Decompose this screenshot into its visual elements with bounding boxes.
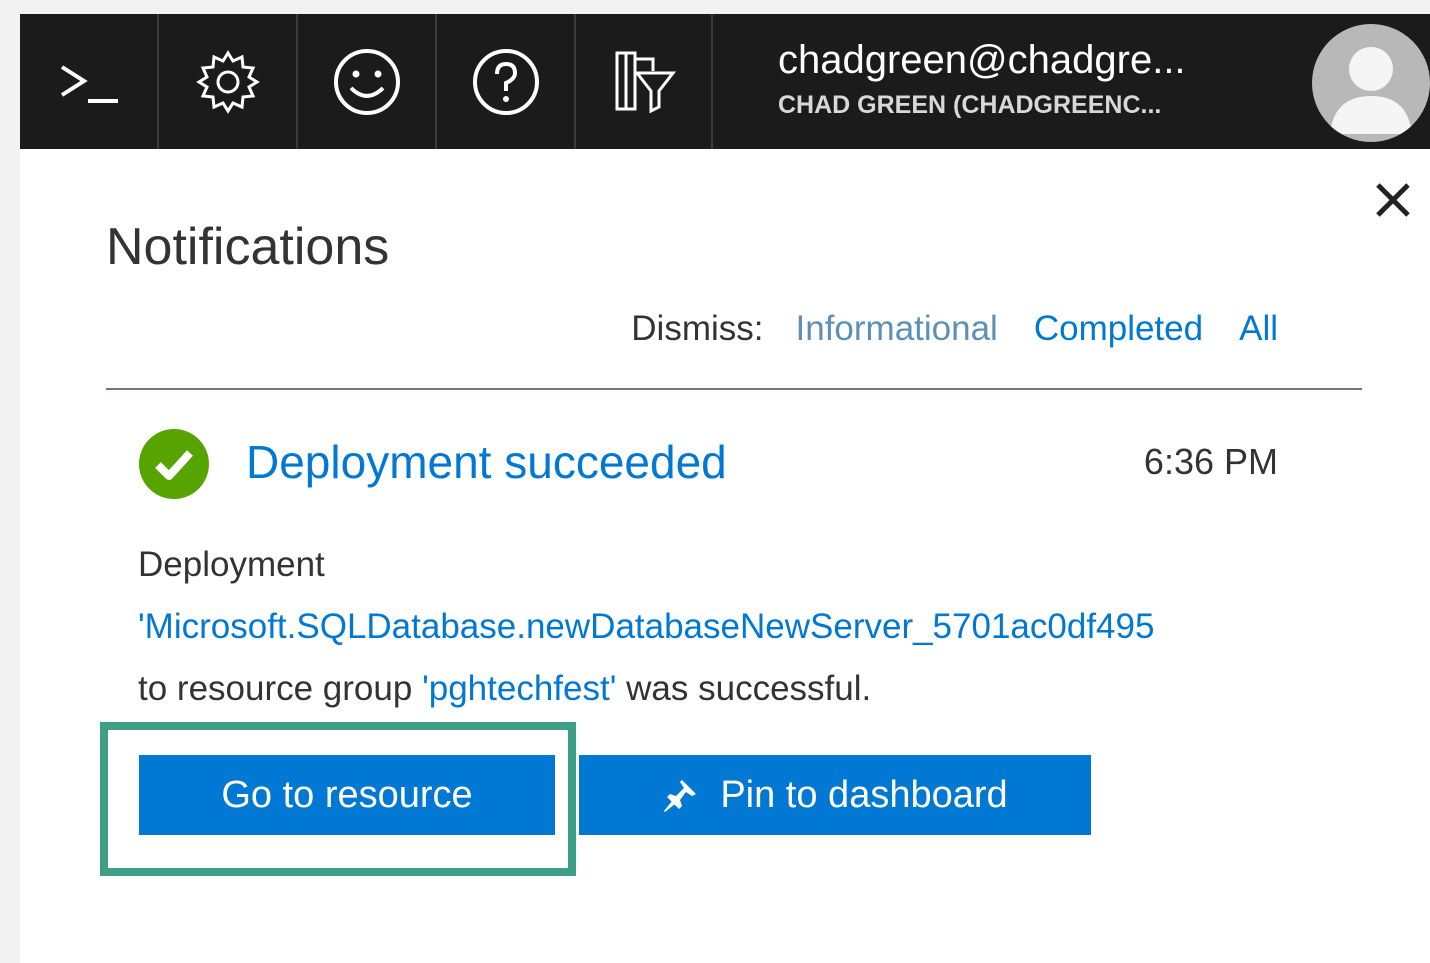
feedback-button[interactable]: [298, 14, 437, 149]
success-check-icon: [139, 429, 209, 499]
avatar[interactable]: [1312, 24, 1430, 142]
message-middle: to resource group: [138, 669, 413, 708]
user-avatar-icon: [1330, 47, 1412, 134]
notifications-blade: chadgreen@chadgre... CHAD GREEN (CHADGRE…: [20, 14, 1430, 963]
settings-gear-icon: [195, 49, 260, 114]
divider: [106, 388, 1362, 390]
message-line-2: 'Microsoft.SQLDatabase.newDatabaseNewSer…: [138, 596, 1298, 658]
cloud-shell-button[interactable]: [20, 14, 159, 149]
dismiss-label: Dismiss:: [631, 309, 764, 348]
user-tenant: CHAD GREEN (CHADGREENC...: [778, 91, 1162, 119]
cloud-shell-icon: [60, 64, 118, 103]
notification-title-link[interactable]: Deployment succeeded: [246, 433, 727, 491]
dismiss-informational-link[interactable]: Informational: [796, 307, 998, 351]
feedback-smiley-icon: [333, 48, 400, 115]
pin-to-dashboard-button[interactable]: Pin to dashboard: [579, 755, 1091, 835]
message-line-1: Deployment: [138, 534, 1298, 596]
dismiss-completed-link[interactable]: Completed: [1034, 307, 1203, 351]
account-menu[interactable]: chadgreen@chadgre... CHAD GREEN (CHADGRE…: [778, 36, 1186, 122]
message-line-3: to resource group 'pghtechfest' was succ…: [138, 658, 1298, 720]
go-to-resource-label: Go to resource: [221, 773, 473, 816]
close-button[interactable]: [1370, 177, 1416, 223]
directory-filter-button[interactable]: [576, 14, 713, 149]
portal-top-bar: chadgreen@chadgre... CHAD GREEN (CHADGRE…: [20, 14, 1430, 149]
pin-to-dashboard-label: Pin to dashboard: [720, 773, 1008, 816]
close-icon: [1376, 183, 1410, 217]
go-to-resource-button[interactable]: Go to resource: [139, 755, 555, 835]
help-question-icon: [472, 48, 539, 115]
pin-icon: [664, 780, 697, 812]
user-email: chadgreen@chadgre...: [778, 38, 1186, 82]
dismiss-filter-bar: Dismiss: Informational Completed All: [631, 307, 1278, 351]
directory-filter-icon: [615, 51, 676, 113]
deployment-name-link[interactable]: 'Microsoft.SQLDatabase.newDatabaseNewSer…: [138, 607, 1154, 646]
page-title: Notifications: [106, 218, 390, 276]
resource-group-link[interactable]: 'pghtechfest': [422, 669, 616, 708]
message-suffix: was successful.: [626, 669, 872, 708]
notification-message: Deployment 'Microsoft.SQLDatabase.newDat…: [138, 534, 1298, 720]
help-button[interactable]: [437, 14, 576, 149]
dismiss-all-link[interactable]: All: [1239, 307, 1278, 351]
settings-button[interactable]: [159, 14, 298, 149]
message-prefix: Deployment: [138, 545, 325, 584]
notification-timestamp: 6:36 PM: [1143, 441, 1278, 482]
